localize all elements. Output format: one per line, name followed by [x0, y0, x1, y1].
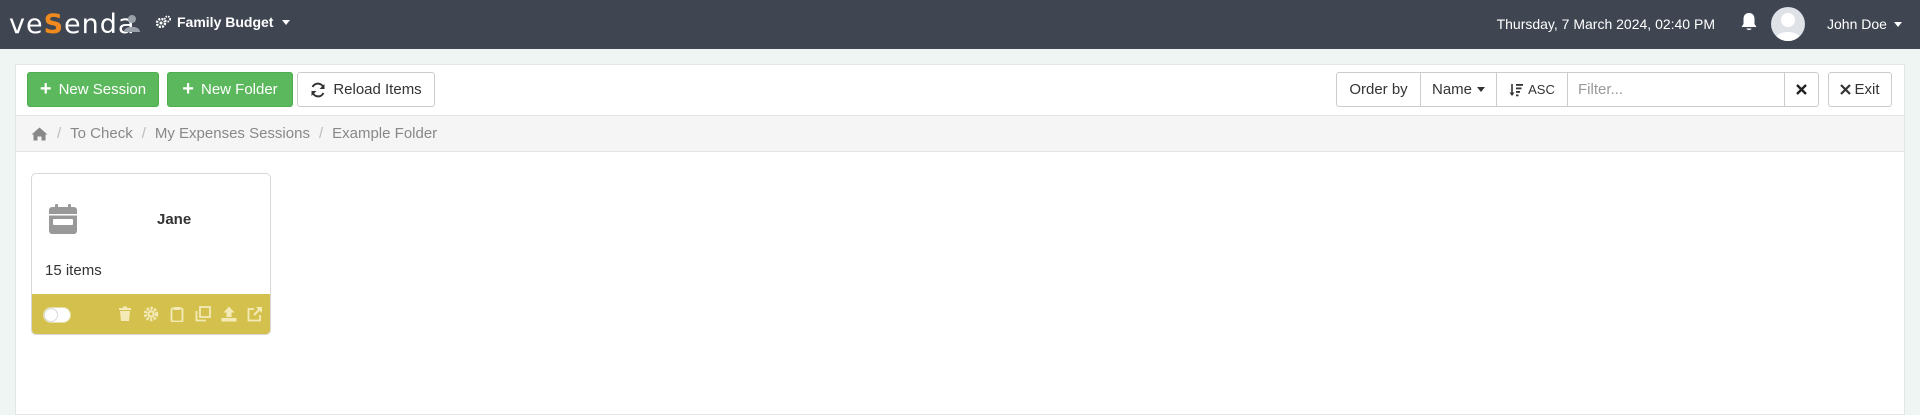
- toggle-knob: [45, 309, 57, 321]
- breadcrumb-separator: /: [57, 125, 62, 142]
- external-link-icon[interactable]: [247, 306, 263, 322]
- new-folder-label: New Folder: [200, 81, 278, 98]
- order-field-dropdown[interactable]: Name: [1420, 72, 1497, 107]
- card-footer: [32, 294, 270, 334]
- chevron-down-icon: [1477, 87, 1485, 92]
- chevron-down-icon: [1893, 21, 1902, 27]
- toolbar: + New Session + New Folder Reload Items …: [16, 65, 1904, 115]
- card-title: Jane: [157, 211, 192, 228]
- new-session-label: New Session: [58, 81, 147, 98]
- close-icon: [1796, 84, 1807, 95]
- filter-input[interactable]: [1567, 72, 1785, 107]
- breadcrumb-separator: /: [141, 125, 146, 142]
- vesenda-logo[interactable]: ve Senda: [9, 9, 135, 40]
- home-icon[interactable]: [31, 127, 48, 141]
- order-field-value: Name: [1431, 81, 1472, 98]
- chevron-down-icon: [282, 19, 291, 25]
- gear-icon[interactable]: [143, 306, 159, 322]
- reload-items-label: Reload Items: [333, 81, 422, 98]
- user-menu[interactable]: John Doe: [1827, 16, 1902, 32]
- user-icon[interactable]: [124, 14, 140, 32]
- reload-items-button[interactable]: Reload Items: [297, 72, 435, 107]
- sort-ascending-icon: [1509, 83, 1524, 96]
- breadcrumb-item[interactable]: My Expenses Sessions: [155, 125, 310, 142]
- breadcrumb-separator: /: [318, 125, 324, 142]
- breadcrumb: / To Check / My Expenses Sessions / Exam…: [16, 115, 1904, 152]
- breadcrumb-item[interactable]: To Check: [70, 125, 133, 142]
- trash-icon[interactable]: [117, 306, 133, 322]
- clipboard-icon[interactable]: [169, 306, 185, 322]
- session-card[interactable]: Jane 15 items: [31, 173, 271, 335]
- plus-icon: +: [182, 77, 194, 100]
- notification-bell-icon[interactable]: [1740, 12, 1758, 32]
- main-panel: + New Session + New Folder Reload Items …: [15, 64, 1905, 415]
- copy-icon[interactable]: [195, 306, 211, 322]
- cogs-icon: [155, 15, 171, 29]
- close-icon: [1840, 84, 1852, 95]
- card-item-count: 15 items: [45, 262, 102, 279]
- clear-filter-button[interactable]: [1784, 72, 1819, 107]
- refresh-icon: [311, 82, 325, 97]
- top-navbar: ve Senda Family Budget Thursday, 7 March …: [0, 0, 1920, 49]
- current-datetime: Thursday, 7 March 2024, 02:40 PM: [1496, 16, 1715, 32]
- plus-icon: +: [39, 77, 52, 100]
- order-direction-button[interactable]: ASC: [1496, 72, 1568, 107]
- user-name: John Doe: [1827, 16, 1887, 32]
- order-direction-value: ASC: [1528, 82, 1555, 97]
- workspace-name: Family Budget: [177, 14, 274, 30]
- avatar[interactable]: [1771, 7, 1805, 41]
- avatar-placeholder-icon: [1775, 13, 1801, 41]
- upload-icon[interactable]: [221, 306, 237, 322]
- card-toggle[interactable]: [43, 307, 71, 323]
- order-by-label: Order by: [1336, 72, 1421, 107]
- exit-button[interactable]: Exit: [1828, 72, 1892, 107]
- exit-label: Exit: [1854, 81, 1880, 98]
- order-controls: Order by Name ASC: [1336, 72, 1819, 107]
- new-session-button[interactable]: + New Session: [27, 72, 159, 107]
- breadcrumb-item-current: Example Folder: [332, 125, 438, 142]
- calendar-icon: [49, 204, 77, 234]
- workspace-selector[interactable]: Family Budget: [155, 14, 291, 30]
- new-folder-button[interactable]: + New Folder: [167, 72, 293, 107]
